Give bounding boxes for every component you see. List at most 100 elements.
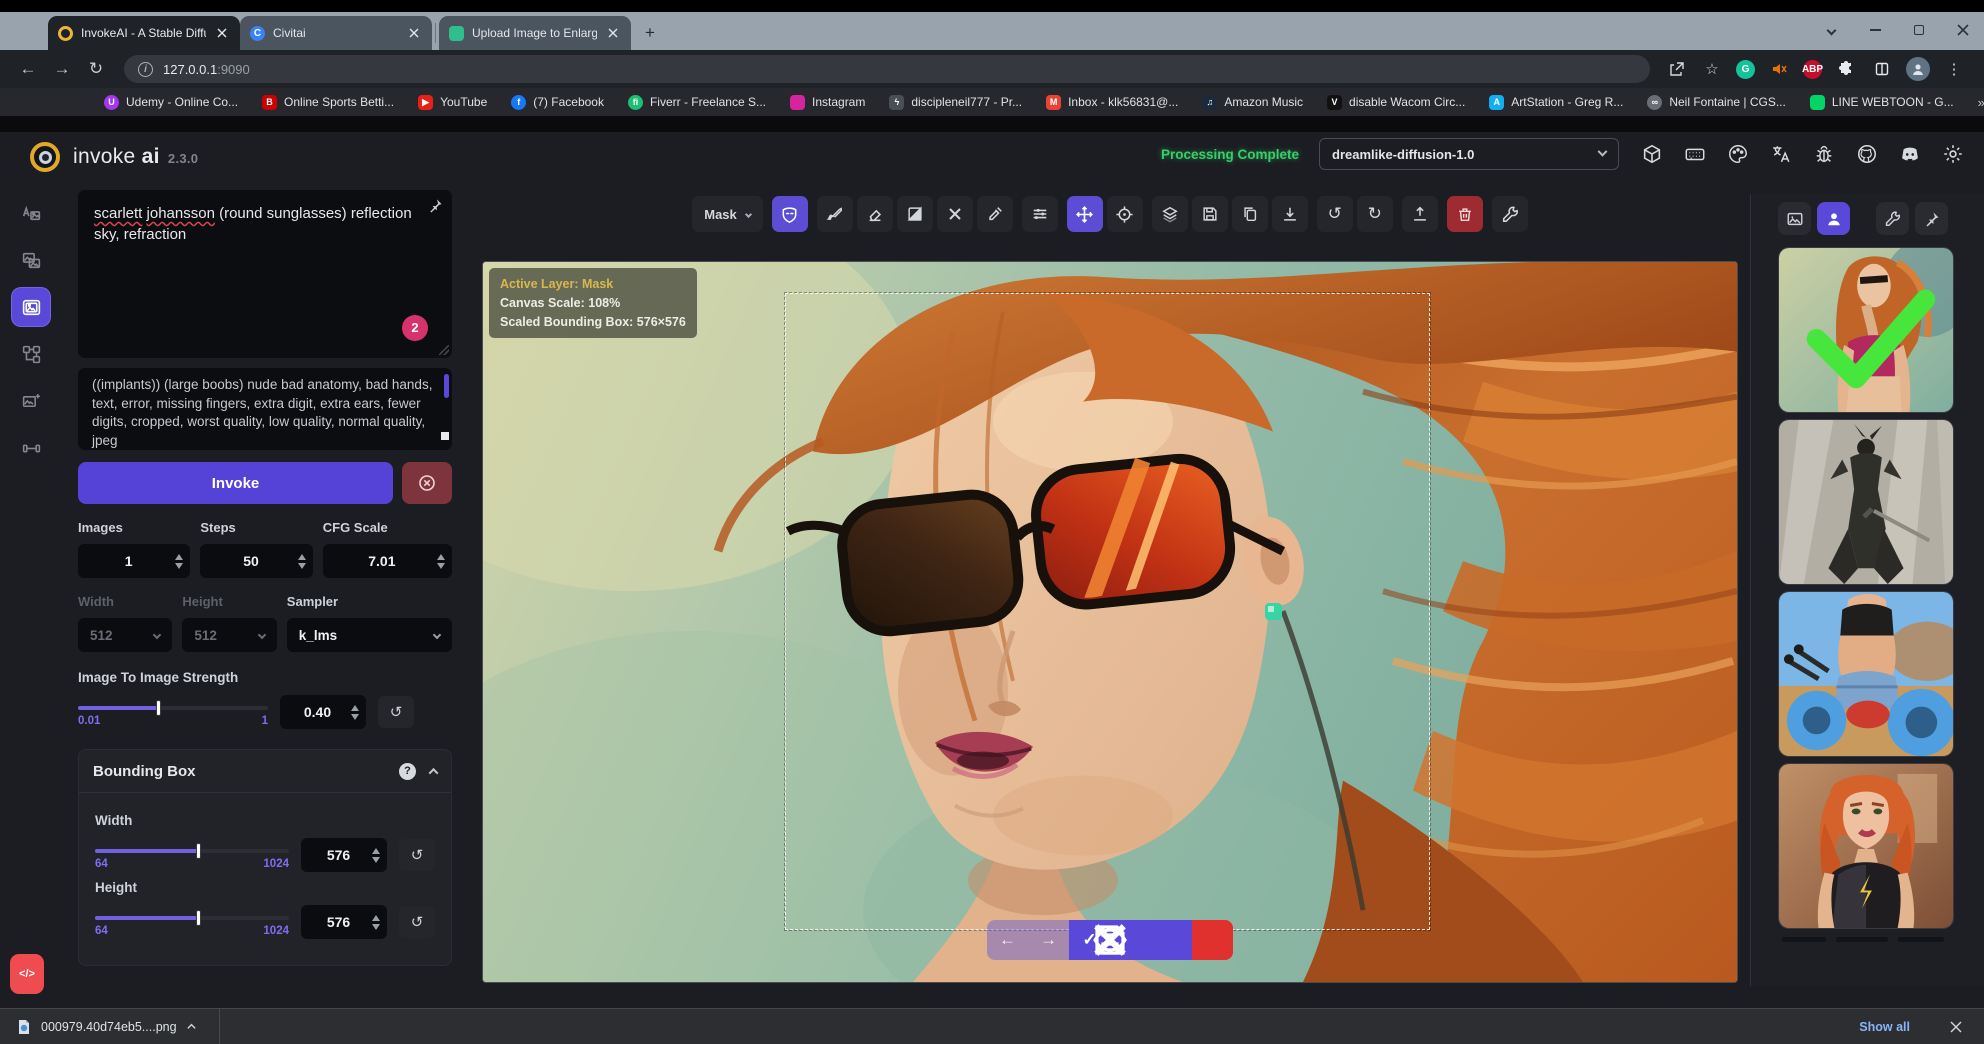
show-all-link[interactable]: Show all <box>1859 1020 1950 1034</box>
bookmark-youtube[interactable]: ▶YouTube <box>418 95 487 110</box>
move-tool-button[interactable] <box>1067 196 1103 232</box>
gallery-generations-button[interactable] <box>1817 202 1850 235</box>
bookmark-facebook[interactable]: f(7) Facebook <box>511 95 604 110</box>
bb-height-slider[interactable]: 64 1024 <box>95 909 289 935</box>
stepper[interactable] <box>298 554 306 569</box>
resize-grip[interactable] <box>439 345 449 355</box>
bookmark-neil-fontaine[interactable]: ∞Neil Fontaine | CGS... <box>1647 95 1786 110</box>
theme-palette-icon[interactable] <box>1725 141 1751 167</box>
strength-input[interactable]: 0.40 <box>280 695 366 729</box>
hotkeys-keyboard-icon[interactable] <box>1682 141 1708 167</box>
report-bug-icon[interactable] <box>1811 141 1837 167</box>
close-tab-icon[interactable] <box>605 25 621 41</box>
bookmark-gmail-inbox[interactable]: MInbox - klk56831@... <box>1046 95 1178 110</box>
bookmark-fiverr[interactable]: fiFiverr - Freelance S... <box>628 95 766 110</box>
width-select[interactable]: 512 <box>78 618 172 652</box>
discard-image-button[interactable] <box>1192 920 1233 960</box>
copy-to-clipboard-button[interactable] <box>1232 196 1268 232</box>
bb-height-input[interactable]: 576 <box>301 905 387 939</box>
bb-width-input[interactable]: 576 <box>301 838 387 872</box>
bookmark-udemy[interactable]: UUdemy - Online Co... <box>104 95 238 110</box>
tab-search-icon[interactable] <box>1824 23 1838 37</box>
tab-image-to-image[interactable] <box>12 241 50 279</box>
cfg-scale-input[interactable]: 7.01 <box>323 544 452 578</box>
stepper[interactable] <box>437 554 445 569</box>
fill-bounding-box-button[interactable] <box>897 196 933 232</box>
scrollbar-thumb[interactable] <box>444 374 449 398</box>
brush-options-button[interactable] <box>1022 196 1058 232</box>
negative-prompt-input[interactable]: ((implants)) (large boobs) nude bad anat… <box>78 368 452 450</box>
pin-icon[interactable] <box>428 198 443 213</box>
tab-training[interactable] <box>12 429 50 467</box>
bookmark-webtoon[interactable]: LINE WEBTOON - G... <box>1810 95 1954 110</box>
stepper[interactable] <box>372 848 380 863</box>
reading-list-icon[interactable] <box>1870 57 1894 81</box>
discord-icon[interactable] <box>1897 141 1923 167</box>
reset-view-button[interactable] <box>1107 196 1143 232</box>
forward-button[interactable]: → <box>48 55 76 83</box>
settings-gear-icon[interactable] <box>1940 141 1966 167</box>
collapse-chevron-icon[interactable] <box>430 762 437 780</box>
github-icon[interactable] <box>1854 141 1880 167</box>
bookmarks-overflow-icon[interactable]: » <box>1978 95 1984 110</box>
profile-avatar[interactable] <box>1906 57 1930 81</box>
close-tab-icon[interactable] <box>406 25 422 41</box>
bookmark-star-icon[interactable]: ☆ <box>1700 57 1724 81</box>
gallery-thumbnail[interactable] <box>1778 419 1954 585</box>
adblock-plus-extension-icon[interactable]: ABP <box>1803 60 1822 79</box>
gallery-pin-button[interactable] <box>1915 202 1948 235</box>
tab-text-to-image[interactable] <box>12 194 50 232</box>
chevron-up-icon[interactable] <box>186 1021 197 1032</box>
bounding-box-overlay[interactable] <box>785 293 1430 930</box>
stepper[interactable] <box>175 554 183 569</box>
canvas-image[interactable]: Active Layer: Mask Canvas Scale: 108% Sc… <box>482 261 1738 983</box>
tab-upload-image[interactable]: Upload Image to Enlarge & Enha <box>439 16 631 50</box>
close-tab-icon[interactable] <box>214 25 230 41</box>
erase-bounding-box-button[interactable] <box>937 196 973 232</box>
help-icon[interactable]: ? <box>399 763 416 780</box>
bookmark-sportsbetting[interactable]: BOnline Sports Betti... <box>262 95 394 110</box>
gallery-thumbnail[interactable] <box>1778 591 1954 757</box>
bookmark-deviantart[interactable]: ϟdiscipleneil777 - Pr... <box>889 95 1022 110</box>
bookmark-artstation[interactable]: AArtStation - Greg R... <box>1489 95 1623 110</box>
gallery-thumbnail-selected[interactable] <box>1778 247 1954 413</box>
reload-button[interactable]: ↻ <box>82 55 110 83</box>
download-image-button[interactable] <box>1272 196 1308 232</box>
images-input[interactable]: 1 <box>78 544 190 578</box>
address-bar[interactable]: i 127.0.0.1:9090 <box>124 55 1650 83</box>
gallery-settings-wrench-button[interactable] <box>1876 202 1909 235</box>
tab-civitai[interactable]: C Civitai <box>240 16 432 50</box>
strength-reset-button[interactable]: ↺ <box>378 696 414 728</box>
steps-input[interactable]: 50 <box>200 544 312 578</box>
grammarly-extension-icon[interactable]: G <box>1736 60 1755 79</box>
bb-width-slider[interactable]: 64 1024 <box>95 842 289 868</box>
resize-grip[interactable] <box>441 432 449 440</box>
save-to-gallery-button[interactable] <box>1192 196 1228 232</box>
bookmark-wacom[interactable]: Vdisable Wacom Circ... <box>1327 95 1465 110</box>
eraser-tool-button[interactable] <box>857 196 893 232</box>
prompt-input[interactable]: scarlett johansson (round sunglasses) re… <box>78 190 452 358</box>
bookmark-instagram[interactable]: Instagram <box>790 95 865 110</box>
tab-unified-canvas[interactable] <box>12 288 50 326</box>
stepper[interactable] <box>372 915 380 930</box>
browser-menu-icon[interactable]: ⋮ <box>1942 57 1966 81</box>
model-select[interactable]: dreamlike-diffusion-1.0 <box>1319 138 1619 170</box>
volume-muted-extension-icon[interactable] <box>1767 57 1791 81</box>
canvas-settings-button[interactable] <box>1492 196 1528 232</box>
model-manager-cube-icon[interactable] <box>1639 141 1665 167</box>
gallery-thumbnail[interactable] <box>1778 763 1954 929</box>
cancel-button[interactable] <box>402 462 452 504</box>
close-window-icon[interactable] <box>1956 23 1970 37</box>
height-select[interactable]: 512 <box>182 618 276 652</box>
tab-invokeai[interactable]: InvokeAI - A Stable Diffusion Too <box>48 16 240 50</box>
back-button[interactable]: ← <box>14 55 42 83</box>
tab-nodes[interactable] <box>12 335 50 373</box>
extensions-puzzle-icon[interactable] <box>1834 57 1858 81</box>
new-tab-button[interactable]: + <box>637 20 663 46</box>
layer-select[interactable]: Mask <box>692 196 763 232</box>
upload-button[interactable] <box>1402 196 1438 232</box>
download-item[interactable]: 000979.40d74eb5....png <box>0 1009 219 1044</box>
bb-height-reset-button[interactable]: ↺ <box>399 906 435 938</box>
color-picker-button[interactable] <box>977 196 1013 232</box>
close-shelf-icon[interactable] <box>1950 1021 1984 1033</box>
